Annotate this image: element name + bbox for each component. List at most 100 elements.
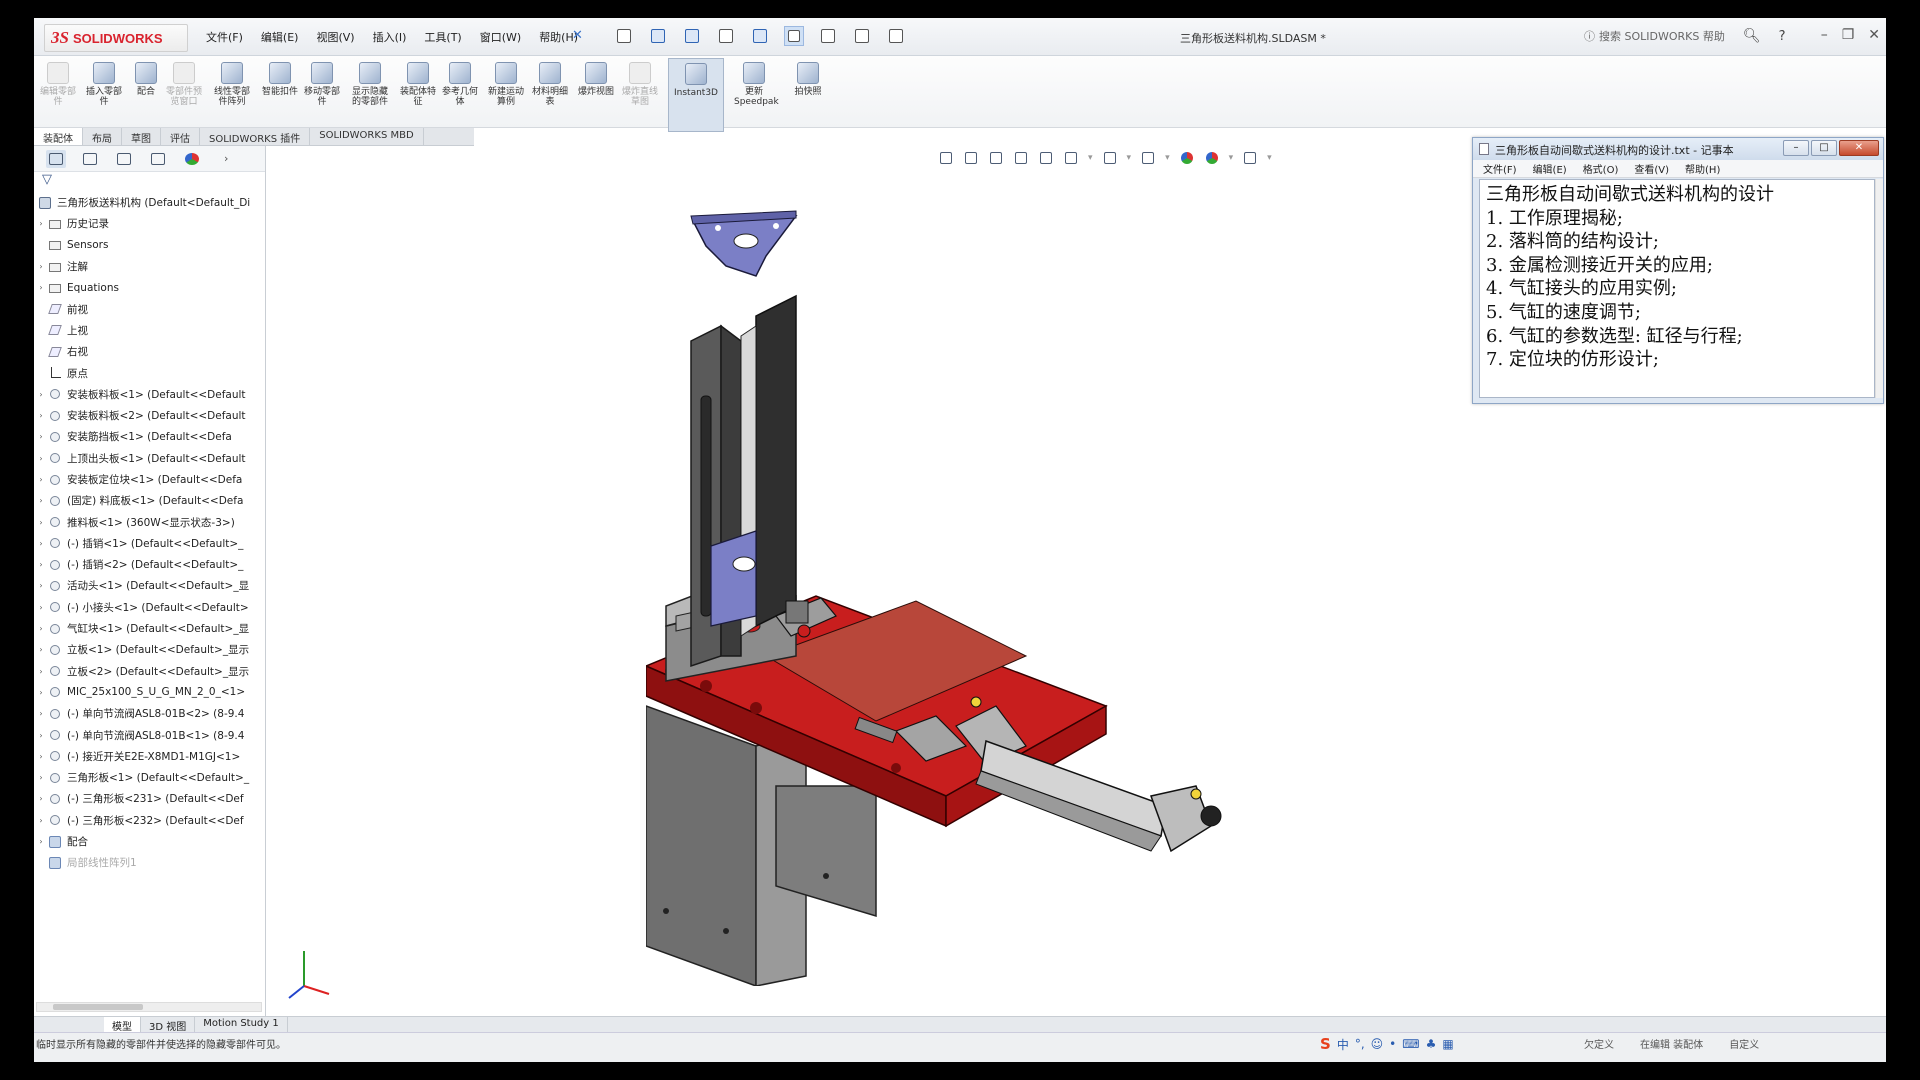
hide-show-items-icon[interactable] (1140, 150, 1156, 166)
tab-3d-views[interactable]: 3D 视图 (141, 1017, 196, 1033)
section-view-icon[interactable] (1013, 150, 1029, 166)
open-icon[interactable] (648, 26, 668, 46)
tree-item[interactable]: › (-) 插销<1> (Default<<Default>_ (34, 533, 265, 554)
units-status[interactable]: 自定义 (1729, 1036, 1759, 1051)
menu-file[interactable]: 文件(F) (206, 29, 243, 45)
menu-edit[interactable]: 编辑(E) (261, 29, 299, 45)
view-settings-icon[interactable] (1242, 150, 1258, 166)
skin-icon[interactable]: ♣ (1426, 1037, 1437, 1051)
notepad-text-area[interactable]: 三角形板自动间歇式送料机构的设计 1. 工作原理揭秘; 2. 落料筒的结构设计;… (1479, 179, 1875, 398)
tree-item[interactable]: › 气缸块<1> (Default<<Default>_显 (34, 618, 265, 639)
command-button[interactable]: 拍快照 (788, 62, 828, 97)
expand-arrow-icon[interactable]: › (34, 539, 48, 548)
filter-icon[interactable]: ▽ (34, 172, 265, 192)
expand-arrow-icon[interactable]: › (34, 603, 48, 612)
tree-item[interactable]: › 注解 (34, 256, 265, 277)
tab-motion-study[interactable]: Motion Study 1 (195, 1017, 288, 1032)
help-search-input[interactable]: 搜索 SOLIDWORKS 帮助 (1599, 28, 1725, 44)
menu-window[interactable]: 窗口(W) (480, 29, 521, 45)
tab-sketch[interactable]: 草图 (122, 128, 161, 145)
expand-arrow-icon[interactable]: › (34, 219, 48, 228)
zoom-to-fit-icon[interactable] (938, 150, 954, 166)
configuration-manager-tab-icon[interactable] (114, 150, 134, 168)
tab-layout[interactable]: 布局 (83, 128, 122, 145)
expand-arrow-icon[interactable]: › (34, 731, 48, 740)
expand-arrow-icon[interactable]: › (34, 454, 48, 463)
menu-tools[interactable]: 工具(T) (424, 29, 461, 45)
tree-item[interactable]: › MIC_25x100_S_U_G_MN_2_0_<1> (34, 682, 265, 703)
notepad-menu-format[interactable]: 格式(O) (1583, 161, 1619, 176)
expand-arrow-icon[interactable]: › (34, 837, 48, 846)
help-search[interactable]: ⓘ 搜索 SOLIDWORKS 帮助 🔍︎ ? (1584, 28, 1786, 44)
command-button[interactable]: 显示隐藏的零部件 (350, 62, 390, 107)
expand-arrow-icon[interactable]: › (34, 518, 48, 527)
expand-arrow-icon[interactable]: › (34, 390, 48, 399)
lower-support-plate[interactable] (646, 705, 757, 986)
expand-arrow-icon[interactable]: › (34, 581, 48, 590)
new-document-icon[interactable] (614, 26, 634, 46)
command-button[interactable]: 零部件预览窗口 (164, 62, 204, 107)
sogou-input-icon[interactable]: S (1320, 1035, 1331, 1053)
tree-item[interactable]: › 立板<2> (Default<<Default>_显示 (34, 661, 265, 682)
close-icon[interactable]: ✕ (1868, 27, 1880, 43)
expand-arrow-icon[interactable]: › (34, 688, 48, 697)
tab-assembly[interactable]: 装配体 (34, 128, 83, 145)
notepad-title-bar[interactable]: 三角形板自动间歇式送料机构的设计.txt - 记事本 – □ ✕ (1473, 138, 1883, 160)
print-icon[interactable] (716, 26, 736, 46)
tree-item[interactable]: › 安装板定位块<1> (Default<<Defa (34, 469, 265, 490)
notepad-window[interactable]: 三角形板自动间歇式送料机构的设计.txt - 记事本 – □ ✕ 文件(F) 编… (1472, 137, 1884, 404)
file-properties-icon[interactable] (852, 26, 872, 46)
tree-item[interactable]: › 安装筋挡板<1> (Default<<Defa (34, 426, 265, 447)
command-button[interactable]: 插入零部件 (84, 62, 124, 107)
select-icon[interactable] (784, 26, 804, 46)
tree-item[interactable]: › (-) 接近开关E2E-X8MD1-M1GJ<1> (34, 746, 265, 767)
expand-arrow-icon[interactable]: › (34, 475, 48, 484)
assembly-3d-model[interactable] (646, 186, 1406, 986)
view-orientation-icon[interactable] (1063, 150, 1079, 166)
command-button[interactable]: 参考几何体 (440, 62, 480, 107)
command-button[interactable]: 更新Speedpak (734, 62, 779, 107)
tree-item[interactable]: 原点 (34, 362, 265, 383)
dropdown-arrow-icon[interactable]: ▾ (1088, 153, 1093, 163)
previous-view-icon[interactable] (988, 150, 1004, 166)
command-button[interactable]: Instant3D (668, 58, 724, 132)
dropdown-arrow-icon[interactable]: ▾ (1127, 153, 1132, 163)
command-button[interactable]: 爆炸视图 (576, 62, 616, 97)
command-button[interactable]: 装配体特征 (398, 62, 438, 107)
tree-item[interactable]: › Equations (34, 277, 265, 298)
save-icon[interactable] (682, 26, 702, 46)
dynamic-annotation-icon[interactable] (1038, 150, 1054, 166)
undo-icon[interactable] (750, 26, 770, 46)
notepad-menu-view[interactable]: 查看(V) (1634, 161, 1669, 176)
tree-item[interactable]: › (-) 插销<2> (Default<<Default>_ (34, 554, 265, 575)
tree-item[interactable]: › 历史记录 (34, 213, 265, 234)
tab-addins[interactable]: SOLIDWORKS 插件 (200, 128, 311, 145)
command-button[interactable]: 编辑零部件 (38, 62, 78, 107)
tree-item[interactable]: › 安装板料板<1> (Default<<Default (34, 384, 265, 405)
voice-icon[interactable]: • (1389, 1037, 1396, 1051)
tree-item[interactable]: 前视 (34, 298, 265, 319)
tree-item[interactable]: 右视 (34, 341, 265, 362)
expand-arrow-icon[interactable]: › (34, 560, 48, 569)
tree-item[interactable]: › (-) 三角形板<232> (Default<<Def (34, 810, 265, 831)
notepad-menu-help[interactable]: 帮助(H) (1685, 161, 1720, 176)
tree-item[interactable]: › (-) 三角形板<231> (Default<<Def (34, 788, 265, 809)
property-manager-tab-icon[interactable] (80, 150, 100, 168)
expand-arrow-icon[interactable]: › (34, 794, 48, 803)
notepad-menu-edit[interactable]: 编辑(E) (1533, 161, 1567, 176)
apply-scene-icon[interactable] (1204, 150, 1220, 166)
minimize-icon[interactable]: – (1821, 27, 1828, 43)
command-button[interactable]: 线性零部件阵列 (212, 62, 252, 107)
display-manager-tab-icon[interactable] (182, 150, 202, 168)
options-gear-icon[interactable] (886, 26, 906, 46)
notepad-minimize-icon[interactable]: – (1783, 140, 1809, 156)
tree-horizontal-scrollbar[interactable] (36, 1002, 262, 1012)
feature-tree-tab-icon[interactable] (46, 149, 66, 168)
expand-arrow-icon[interactable]: › (34, 645, 48, 654)
tree-item[interactable]: › (-) 小接头<1> (Default<<Default> (34, 597, 265, 618)
ime-mode[interactable]: 中 (1337, 1036, 1349, 1053)
tree-item[interactable]: › 安装板料板<2> (Default<<Default (34, 405, 265, 426)
command-button[interactable]: 爆炸直线草图 (620, 62, 660, 107)
chevron-right-icon[interactable]: › (224, 152, 228, 165)
expand-arrow-icon[interactable]: › (34, 262, 48, 271)
